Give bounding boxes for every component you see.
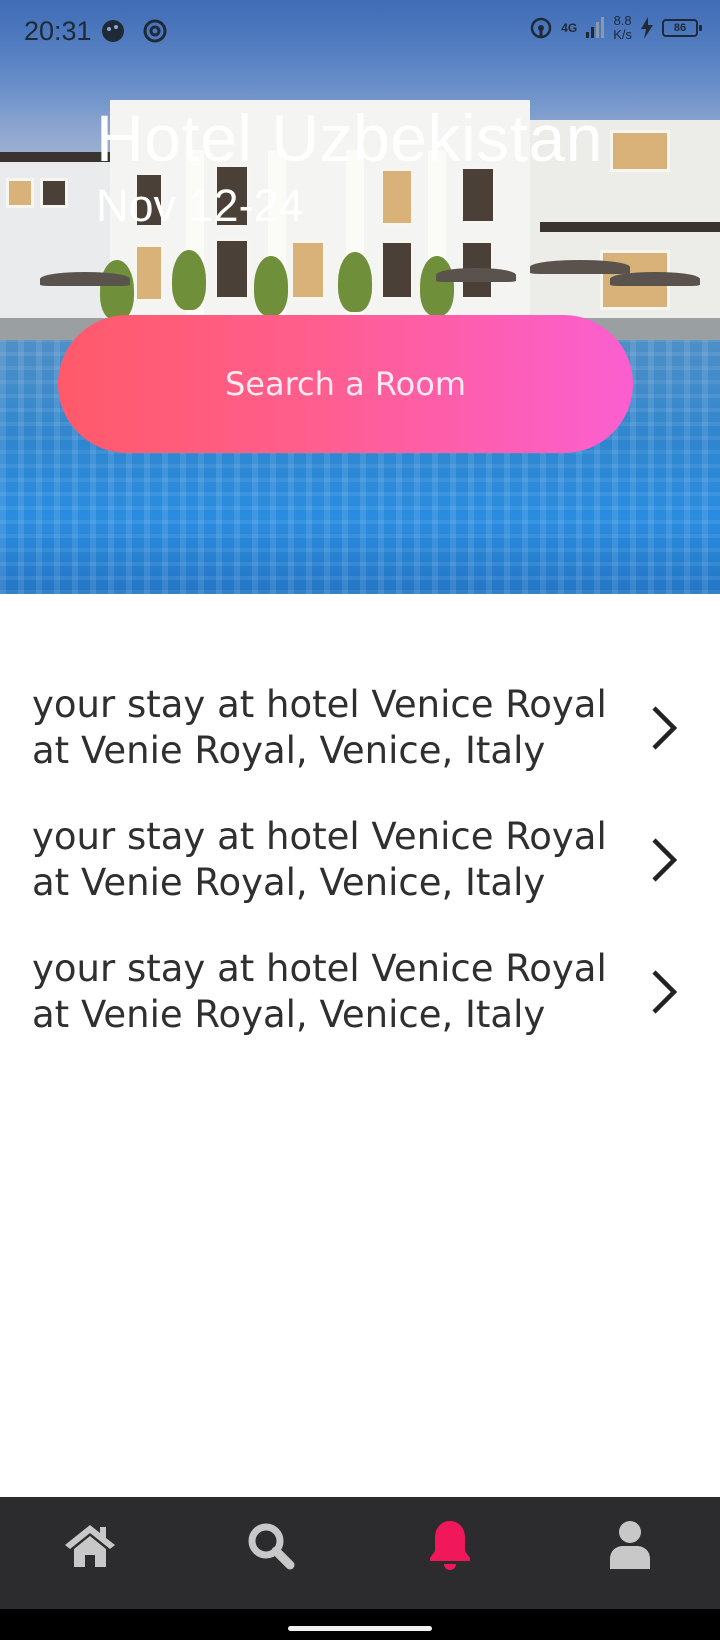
status-indicators: 4G 8.8 K/s 86 xyxy=(529,14,702,42)
status-bar: 20:31 4G 8.8 K/s 86 xyxy=(0,0,720,64)
hotel-window xyxy=(380,240,414,300)
hotel-window xyxy=(290,240,326,300)
home-gesture-handle[interactable] xyxy=(288,1626,432,1631)
charging-icon xyxy=(641,17,653,39)
stays-list: your stay at hotel Venice Royal at Venie… xyxy=(0,668,720,1064)
list-item[interactable]: your stay at hotel Venice Royal at Venie… xyxy=(0,668,720,800)
stay-location: at Venie Royal, Venice, Italy xyxy=(32,729,546,772)
hero-banner: 20:31 4G 8.8 K/s 86 Hotel Uzbekistan Nov… xyxy=(0,0,720,594)
hotel-roof xyxy=(540,222,720,232)
bell-icon xyxy=(430,1521,470,1570)
list-item[interactable]: your stay at hotel Venice Royal at Venie… xyxy=(0,932,720,1064)
hotel-window xyxy=(134,244,164,302)
chevron-right-icon[interactable] xyxy=(648,966,680,1018)
pool-umbrella xyxy=(610,272,700,286)
nav-notifications[interactable] xyxy=(420,1515,480,1575)
search-icon xyxy=(248,1523,295,1570)
chevron-right-icon[interactable] xyxy=(648,702,680,754)
hotel-window xyxy=(6,178,34,208)
stay-title: your stay at hotel Venice Royal xyxy=(32,947,607,990)
list-item[interactable]: your stay at hotel Venice Royal at Venie… xyxy=(0,800,720,932)
network-speed-unit: K/s xyxy=(613,27,632,42)
palm-tree xyxy=(172,250,206,310)
hotel-window xyxy=(380,168,414,226)
palm-tree xyxy=(100,260,134,320)
nav-home[interactable] xyxy=(60,1515,120,1575)
network-speed: 8.8 K/s xyxy=(613,14,632,42)
pool-umbrella xyxy=(40,272,130,286)
hotel-window xyxy=(610,130,670,172)
signal-strength-icon xyxy=(586,17,605,38)
system-gesture-bar xyxy=(0,1609,720,1640)
signal-type: 4G xyxy=(561,21,578,35)
pool-umbrella xyxy=(530,260,630,274)
hotel-window xyxy=(214,238,250,300)
nav-search[interactable] xyxy=(240,1515,300,1575)
stay-location: at Venie Royal, Venice, Italy xyxy=(32,861,546,904)
palm-tree xyxy=(254,256,288,316)
chevron-right-icon[interactable] xyxy=(648,834,680,886)
stay-title: your stay at hotel Venice Royal xyxy=(32,815,607,858)
palm-tree xyxy=(420,256,454,316)
pool-umbrella xyxy=(436,268,516,282)
palm-tree xyxy=(338,252,372,312)
nav-profile[interactable] xyxy=(600,1515,660,1575)
stay-location: at Venie Royal, Venice, Italy xyxy=(32,993,546,1036)
stay-title: your stay at hotel Venice Royal xyxy=(32,683,607,726)
status-time: 20:31 xyxy=(24,16,92,46)
stay-dates: Nov 12-24 xyxy=(96,180,304,231)
hotspot-icon xyxy=(530,17,552,39)
battery-icon: 86 xyxy=(662,19,702,37)
search-room-button[interactable]: Search a Room xyxy=(58,315,633,453)
hotel-roof xyxy=(0,152,110,162)
hotel-window xyxy=(40,178,68,208)
network-speed-value: 8.8 xyxy=(613,13,632,28)
user-icon xyxy=(610,1521,650,1569)
home-icon xyxy=(65,1525,115,1567)
notification-app-icon xyxy=(102,20,124,42)
at-sign-icon xyxy=(143,19,167,43)
bottom-navigation xyxy=(0,1497,720,1609)
hotel-title: Hotel Uzbekistan xyxy=(96,101,603,175)
